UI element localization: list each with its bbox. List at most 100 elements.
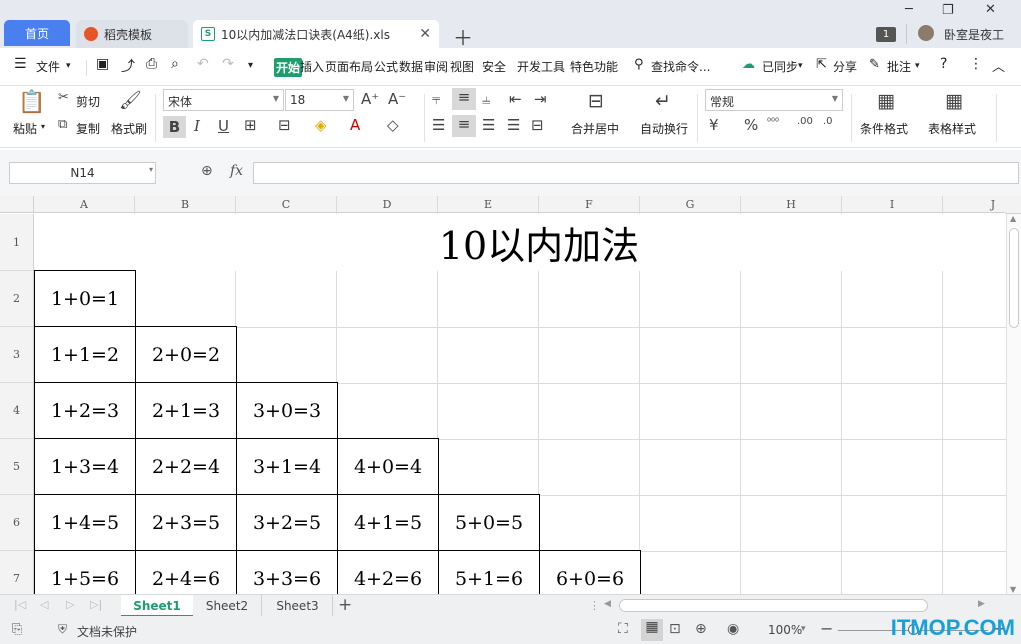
equation-cell[interactable]: 1+0=1 [34, 270, 136, 327]
increase-font-icon[interactable]: A⁺ [361, 90, 379, 108]
thousands-separator-icon[interactable]: ⁰⁰⁰ [767, 117, 779, 128]
merge-center-button[interactable]: 合并居中 [571, 120, 619, 137]
menu-formulas[interactable]: 公式 [374, 58, 398, 75]
clear-format-icon[interactable]: ◇ [387, 116, 399, 134]
share-button[interactable]: 分享 [833, 58, 857, 75]
collapse-ribbon-icon[interactable]: ︿ [992, 56, 1005, 75]
align-middle-icon[interactable]: ≡ [452, 88, 476, 110]
undo-icon[interactable]: ↶ [197, 56, 209, 72]
paste-icon[interactable]: 📋 [18, 90, 45, 115]
column-header[interactable]: C [236, 196, 337, 213]
sheet-title-cell[interactable]: 10以内加法 [34, 214, 1006, 271]
chevron-down-icon[interactable]: ▾ [41, 122, 45, 131]
wrap-text-button[interactable]: 自动换行 [640, 120, 688, 137]
format-painter-button[interactable]: 格式刷 [111, 120, 147, 137]
bold-button[interactable]: B [163, 116, 186, 138]
row-header[interactable]: 1 [0, 214, 34, 271]
file-menu[interactable]: 文件 [36, 58, 60, 75]
number-format-select[interactable]: 常规 ▼ [705, 89, 843, 111]
sheet-tab-3[interactable]: Sheet3 [263, 595, 333, 617]
equation-cell[interactable]: 1+3=4 [34, 438, 136, 495]
minimize-window-button[interactable]: ─ [905, 2, 913, 17]
vertical-scroll-thumb[interactable] [1009, 228, 1019, 328]
fill-color-icon[interactable]: ◈ [315, 116, 327, 134]
equation-cell[interactable]: 1+5=6 [34, 550, 136, 594]
spreadsheet-grid[interactable]: ABCDEFGHIJ 1234567 10以内加法 1+0=1 1+1=2 2+0=… [0, 196, 1006, 594]
equation-cell[interactable]: 4+2=6 [337, 550, 439, 594]
chevron-down-icon[interactable]: ▾ [149, 165, 153, 174]
align-left-icon[interactable]: ☰ [432, 116, 445, 134]
decrease-indent-icon[interactable]: ⇤ [509, 90, 522, 108]
protection-status[interactable]: 文档未保护 [77, 623, 137, 640]
scroll-down-icon[interactable]: ▼ [1010, 585, 1016, 594]
paste-button[interactable]: 粘贴 [13, 120, 37, 137]
align-bottom-icon[interactable]: ⫨ [482, 90, 490, 108]
notification-badge[interactable]: 1 [876, 27, 896, 42]
table-style-button[interactable]: 表格样式 [928, 120, 976, 137]
chevron-down-icon[interactable]: ▾ [801, 624, 806, 634]
equation-cell[interactable]: 6+0=6 [539, 550, 641, 594]
last-sheet-icon[interactable]: ▷| [90, 598, 102, 611]
equation-cell[interactable]: 2+2=4 [135, 438, 237, 495]
reading-mode-icon[interactable]: ◉ [727, 621, 739, 637]
formula-input[interactable] [253, 162, 1019, 184]
percent-icon[interactable]: % [744, 116, 758, 134]
table-style-icon[interactable]: ▦ [945, 90, 963, 112]
add-sheet-button[interactable]: + [338, 595, 352, 615]
sheet-tab-2[interactable]: Sheet2 [193, 595, 262, 617]
wrap-text-icon[interactable]: ↵ [655, 90, 671, 112]
close-window-button[interactable]: ✕ [985, 2, 996, 17]
conditional-format-button[interactable]: 条件格式 [860, 120, 908, 137]
new-tab-button[interactable]: ＋ [453, 22, 473, 51]
equation-cell[interactable]: 5+1=6 [438, 550, 540, 594]
currency-icon[interactable]: ¥ [709, 116, 719, 134]
print-preview-icon[interactable]: ⌕ [171, 56, 179, 72]
normal-view-icon[interactable]: ▦ [641, 619, 663, 641]
conditional-format-icon[interactable]: ▦ [877, 90, 895, 112]
name-box[interactable]: N14 [9, 162, 156, 184]
align-top-icon[interactable]: ⫧ [432, 90, 440, 108]
equation-cell[interactable]: 1+2=3 [34, 382, 136, 439]
font-size-select[interactable]: 18 ▼ [285, 89, 354, 111]
equation-cell[interactable]: 2+0=2 [135, 326, 237, 383]
equation-cell[interactable]: 3+0=3 [236, 382, 338, 439]
menu-features[interactable]: 特色功能 [570, 58, 618, 75]
zoom-level[interactable]: 100% [768, 623, 802, 637]
row-header[interactable]: 4 [0, 383, 34, 439]
restore-window-button[interactable]: ❐ [942, 3, 954, 18]
align-center-icon[interactable]: ≡ [452, 115, 476, 137]
menu-review[interactable]: 审阅 [424, 58, 448, 75]
equation-cell[interactable]: 2+3=5 [135, 494, 237, 551]
export-icon[interactable]: ⤴ [121, 56, 135, 76]
chevron-down-icon[interactable]: ▾ [66, 61, 71, 71]
equation-cell[interactable]: 2+1=3 [135, 382, 237, 439]
borders-icon[interactable]: ⊞ [244, 116, 257, 134]
menu-developer[interactable]: 开发工具 [517, 58, 565, 75]
menu-insert[interactable]: 插入 [300, 58, 324, 75]
save-icon[interactable]: ▣ [96, 56, 109, 72]
decrease-font-icon[interactable]: A⁻ [388, 90, 406, 108]
tab-document[interactable]: S 10以内加减法口诀表(A4纸).xls ✕ [193, 20, 439, 48]
hamburger-menu-icon[interactable]: ☰ [14, 56, 27, 72]
equation-cell[interactable]: 5+0=5 [438, 494, 540, 551]
column-header[interactable]: D [337, 196, 438, 213]
equation-cell[interactable]: 3+2=5 [236, 494, 338, 551]
tab-daoke-templates[interactable]: 稻壳模板 [76, 20, 188, 48]
quick-access-more-icon[interactable]: ▾ [248, 60, 253, 71]
page-break-view-icon[interactable]: ⊡ [669, 621, 681, 637]
italic-button[interactable]: I [194, 117, 200, 135]
row-header[interactable]: 5 [0, 439, 34, 495]
menu-view[interactable]: 视图 [450, 58, 474, 75]
copy-button[interactable]: 复制 [76, 120, 100, 137]
document-icon[interactable]: ⎘ [12, 622, 22, 637]
underline-button[interactable]: U [218, 117, 229, 135]
next-sheet-icon[interactable]: ▷ [66, 598, 74, 611]
column-header[interactable]: E [438, 196, 539, 213]
page-layout-view-icon[interactable]: ⊕ [695, 621, 707, 637]
column-header[interactable]: J [943, 196, 1006, 213]
format-painter-icon[interactable]: 🖌 [119, 90, 142, 111]
menu-data[interactable]: 数据 [399, 58, 423, 75]
column-header[interactable]: I [842, 196, 943, 213]
close-tab-icon[interactable]: ✕ [419, 26, 431, 42]
justify-icon[interactable]: ☰ [507, 116, 520, 134]
